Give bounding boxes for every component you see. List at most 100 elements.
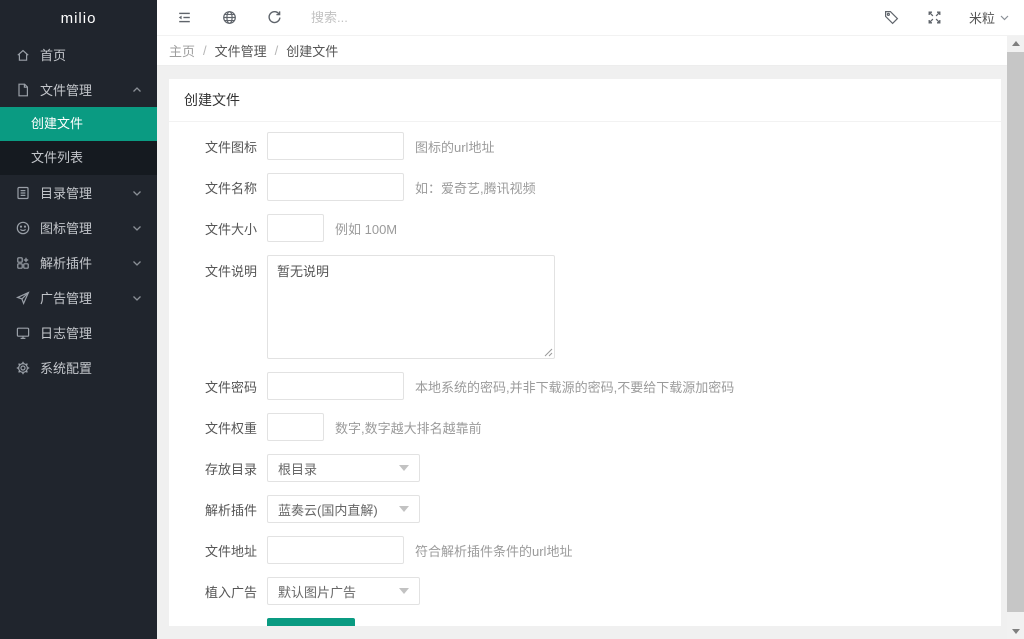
- create-file-card: 创建文件 文件图标 图标的url地址 文件名称 如：爱奇艺,腾讯视频 文件大小 …: [169, 79, 1001, 626]
- file-desc-textarea[interactable]: 暂无说明: [267, 255, 555, 359]
- file-weight-input[interactable]: [267, 413, 324, 441]
- file-name-hint: 如：爱奇艺,腾讯视频: [415, 178, 536, 197]
- chevron-down-icon: [999, 12, 1010, 23]
- sidebar-item-parse-plugin[interactable]: 解析插件: [0, 245, 157, 280]
- file-icon-row: 文件图标 图标的url地址: [169, 132, 1001, 160]
- file-weight-hint: 数字,数字越大排名越靠前: [335, 418, 482, 437]
- file-size-input[interactable]: [267, 214, 324, 242]
- chevron-up-icon: [131, 84, 143, 96]
- sidebar-item-directory-management[interactable]: 目录管理: [0, 175, 157, 210]
- username: 米粒: [969, 8, 995, 27]
- file-desc-row: 文件说明 暂无说明: [169, 255, 1001, 359]
- user-menu[interactable]: 米粒: [969, 8, 1010, 27]
- breadcrumb: 主页 / 文件管理 / 创建文件: [157, 36, 1007, 66]
- sidebar-item-file-management[interactable]: 文件管理: [0, 72, 157, 107]
- sidebar-item-label: 系统配置: [40, 358, 92, 377]
- sidebar-item-label: 广告管理: [40, 288, 92, 307]
- file-url-row: 文件地址 符合解析插件条件的url地址: [169, 536, 1001, 564]
- plugin-select[interactable]: 蓝奏云(国内直解): [267, 495, 420, 523]
- save-button[interactable]: 确认保存: [267, 618, 355, 626]
- directory-label: 存放目录: [169, 459, 257, 478]
- send-icon: [15, 290, 31, 306]
- card-title: 创建文件: [169, 79, 1001, 122]
- chevron-down-icon: [399, 506, 409, 512]
- directory-select[interactable]: 根目录: [267, 454, 420, 482]
- tag-icon[interactable]: [883, 9, 900, 26]
- fullscreen-icon[interactable]: [926, 9, 943, 26]
- chevron-down-icon: [131, 187, 143, 199]
- file-url-input[interactable]: [267, 536, 404, 564]
- sidebar-item-ad-management[interactable]: 广告管理: [0, 280, 157, 315]
- file-password-input[interactable]: [267, 372, 404, 400]
- scrollbar-down-button[interactable]: [1007, 624, 1024, 639]
- scrollbar-up-button[interactable]: [1007, 36, 1024, 51]
- chevron-down-icon: [399, 588, 409, 594]
- create-file-form: 文件图标 图标的url地址 文件名称 如：爱奇艺,腾讯视频 文件大小 例如 10…: [169, 122, 1001, 626]
- directory-row: 存放目录 根目录: [169, 454, 1001, 482]
- file-weight-row: 文件权重 数字,数字越大排名越靠前: [169, 413, 1001, 441]
- gear-icon: [15, 360, 31, 376]
- topbar-right: 米粒: [857, 8, 1010, 27]
- file-password-hint: 本地系统的密码,并非下载源的密码,不要给下载源加密码: [415, 377, 734, 396]
- sidebar-item-create-file[interactable]: 创建文件: [0, 107, 157, 141]
- file-icon-input[interactable]: [267, 132, 404, 160]
- breadcrumb-file-management[interactable]: 文件管理: [215, 41, 267, 60]
- plugin-select-value: 蓝奏云(国内直解): [278, 500, 378, 519]
- search-input[interactable]: [311, 10, 461, 25]
- monitor-icon: [15, 325, 31, 341]
- scrollbar-thumb[interactable]: [1007, 52, 1024, 612]
- submit-row: 确认保存: [169, 618, 1001, 626]
- directory-select-value: 根目录: [278, 459, 317, 478]
- chevron-down-icon: [131, 292, 143, 304]
- app-logo: milio: [0, 0, 157, 37]
- sidebar-item-file-list[interactable]: 文件列表: [0, 141, 157, 175]
- ad-label: 植入广告: [169, 582, 257, 601]
- file-icon: [15, 82, 31, 98]
- sidebar-item-label: 目录管理: [40, 183, 92, 202]
- sidebar-item-home[interactable]: 首页: [0, 37, 157, 72]
- breadcrumb-separator: /: [203, 43, 207, 58]
- sidebar-item-label: 解析插件: [40, 253, 92, 272]
- globe-icon[interactable]: [221, 9, 238, 26]
- chevron-down-icon: [131, 222, 143, 234]
- breadcrumb-create-file: 创建文件: [286, 41, 338, 60]
- sidebar-item-label: 文件列表: [31, 150, 83, 165]
- smiley-icon: [15, 220, 31, 236]
- file-name-row: 文件名称 如：爱奇艺,腾讯视频: [169, 173, 1001, 201]
- file-url-hint: 符合解析插件条件的url地址: [415, 541, 572, 560]
- refresh-icon[interactable]: [266, 9, 283, 26]
- file-size-label: 文件大小: [169, 219, 257, 238]
- file-name-input[interactable]: [267, 173, 404, 201]
- ad-row: 植入广告 默认图片广告: [169, 577, 1001, 605]
- file-desc-label: 文件说明: [169, 255, 257, 280]
- sidebar-item-label: 创建文件: [31, 116, 83, 131]
- chevron-down-icon: [399, 465, 409, 471]
- file-name-label: 文件名称: [169, 178, 257, 197]
- sidebar: milio 首页 文件管理 创建文件 文件列表: [0, 0, 157, 639]
- sidebar-item-system-config[interactable]: 系统配置: [0, 350, 157, 385]
- plugin-row: 解析插件 蓝奏云(国内直解): [169, 495, 1001, 523]
- file-icon-hint: 图标的url地址: [415, 137, 494, 156]
- file-password-label: 文件密码: [169, 377, 257, 396]
- file-size-hint: 例如 100M: [335, 219, 397, 238]
- file-size-row: 文件大小 例如 100M: [169, 214, 1001, 242]
- sidebar-item-icon-management[interactable]: 图标管理: [0, 210, 157, 245]
- file-management-submenu: 创建文件 文件列表: [0, 107, 157, 175]
- file-url-label: 文件地址: [169, 541, 257, 560]
- collapse-menu-icon[interactable]: [176, 9, 193, 26]
- file-password-row: 文件密码 本地系统的密码,并非下载源的密码,不要给下载源加密码: [169, 372, 1001, 400]
- main-area: 米粒 主页 / 文件管理 / 创建文件 创建文件 文件图标 图标的url地址: [157, 0, 1024, 639]
- breadcrumb-home[interactable]: 主页: [169, 41, 195, 60]
- sidebar-item-log-management[interactable]: 日志管理: [0, 315, 157, 350]
- chevron-down-icon: [131, 257, 143, 269]
- ad-select[interactable]: 默认图片广告: [267, 577, 420, 605]
- plugin-icon: [15, 255, 31, 271]
- list-icon: [15, 185, 31, 201]
- file-icon-label: 文件图标: [169, 137, 257, 156]
- plugin-label: 解析插件: [169, 500, 257, 519]
- content-area: 主页 / 文件管理 / 创建文件 创建文件 文件图标 图标的url地址 文件名称…: [157, 36, 1024, 639]
- scrollbar-track[interactable]: [1007, 36, 1024, 639]
- file-weight-label: 文件权重: [169, 418, 257, 437]
- ad-select-value: 默认图片广告: [278, 582, 356, 601]
- sidebar-item-label: 日志管理: [40, 323, 92, 342]
